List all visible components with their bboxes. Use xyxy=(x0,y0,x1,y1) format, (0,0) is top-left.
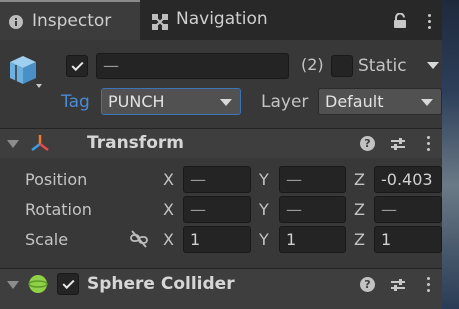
presets-icon[interactable] xyxy=(390,136,406,152)
constrain-proportions-icon[interactable] xyxy=(129,230,149,248)
scale-z-label: Z xyxy=(354,230,365,249)
selection-count: (2) xyxy=(301,55,324,74)
scale-y-label: Y xyxy=(259,230,269,249)
object-name-field[interactable]: — xyxy=(96,53,289,79)
scale-y-value: 1 xyxy=(286,229,297,249)
rotation-z-field[interactable]: — xyxy=(374,196,442,223)
rotation-y-field[interactable]: — xyxy=(279,196,346,223)
rotation-z-value: — xyxy=(381,199,397,219)
static-checkbox[interactable] xyxy=(331,55,353,77)
help-icon[interactable]: ? xyxy=(360,277,375,292)
position-x-value: — xyxy=(190,169,206,189)
position-y-label: Y xyxy=(259,170,269,189)
position-y-field[interactable]: — xyxy=(279,166,346,193)
tag-label: Tag xyxy=(61,92,90,112)
scale-x-field[interactable]: 1 xyxy=(183,226,251,253)
scale-z-field[interactable]: 1 xyxy=(374,226,442,253)
navigation-icon xyxy=(152,14,168,30)
rotation-x-label: X xyxy=(163,200,174,219)
rotation-x-value: — xyxy=(190,199,206,219)
object-name-value: — xyxy=(103,56,119,75)
active-checkbox[interactable] xyxy=(66,55,88,77)
scale-label: Scale xyxy=(25,230,69,249)
kebab-menu-icon[interactable] xyxy=(427,14,431,29)
transform-axes-icon xyxy=(29,133,51,153)
scale-x-value: 1 xyxy=(190,229,201,249)
scene-view-edge xyxy=(442,0,459,309)
sphere-collider-title: Sphere Collider xyxy=(87,274,235,294)
rotation-x-field[interactable]: — xyxy=(183,196,251,223)
transform-title: Transform xyxy=(87,133,184,153)
presets-icon[interactable] xyxy=(390,277,406,293)
rotation-y-value: — xyxy=(286,199,302,219)
tab-navigation-label: Navigation xyxy=(176,9,268,29)
position-z-field[interactable]: -0.403 xyxy=(374,166,442,193)
tab-inspector-label: Inspector xyxy=(32,11,112,31)
tab-navigation[interactable]: Navigation xyxy=(140,0,284,40)
cube-icon[interactable] xyxy=(8,54,42,92)
scale-z-value: 1 xyxy=(381,229,392,249)
position-y-value: — xyxy=(286,169,302,189)
rotation-label: Rotation xyxy=(25,200,92,219)
transform-foldout-arrow[interactable] xyxy=(7,140,19,148)
static-label: Static xyxy=(358,56,407,76)
tab-inspector[interactable]: Inspector xyxy=(0,0,140,40)
sphere-collider-icon xyxy=(28,274,48,294)
chevron-down-icon xyxy=(220,98,232,106)
position-label: Position xyxy=(25,170,88,189)
sphere-collider-foldout-arrow[interactable] xyxy=(7,281,19,289)
info-icon xyxy=(8,14,24,30)
position-x-field[interactable]: — xyxy=(183,166,251,193)
rotation-z-label: Z xyxy=(354,200,365,219)
layer-value: Default xyxy=(325,91,384,111)
layer-label: Layer xyxy=(261,92,309,112)
rotation-y-label: Y xyxy=(259,200,269,219)
chevron-down-icon xyxy=(421,98,433,106)
tag-value: PUNCH xyxy=(108,91,165,111)
tag-dropdown[interactable]: PUNCH xyxy=(101,88,241,115)
position-z-label: Z xyxy=(354,170,365,189)
static-dropdown-arrow[interactable] xyxy=(427,62,439,69)
sphere-collider-enabled-checkbox[interactable] xyxy=(57,273,79,295)
kebab-menu-icon[interactable] xyxy=(426,277,430,292)
scale-y-field[interactable]: 1 xyxy=(279,226,346,253)
position-x-label: X xyxy=(163,170,174,189)
kebab-menu-icon[interactable] xyxy=(426,136,430,151)
layer-dropdown[interactable]: Default xyxy=(318,88,442,115)
position-z-value: -0.403 xyxy=(381,169,433,189)
active-check-mark xyxy=(70,58,84,71)
sphere-collider-check-mark xyxy=(61,276,75,289)
help-icon[interactable]: ? xyxy=(360,136,375,151)
lock-icon[interactable] xyxy=(393,12,407,29)
scale-x-label: X xyxy=(163,230,174,249)
transform-header[interactable] xyxy=(0,128,442,158)
